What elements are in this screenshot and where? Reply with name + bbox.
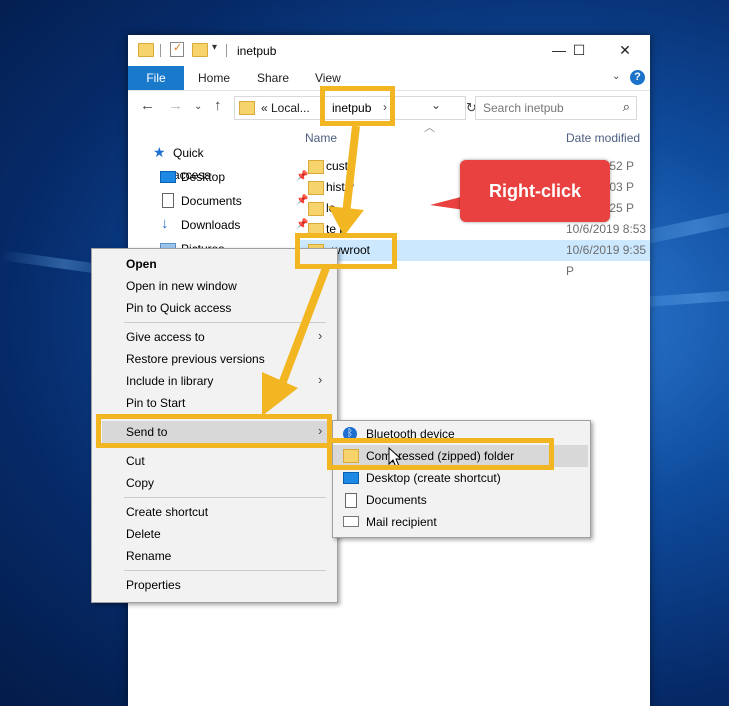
folder-icon — [308, 160, 324, 174]
sort-ascending-icon: ︿ — [424, 122, 435, 134]
submenu-arrow-icon: › — [318, 372, 323, 387]
file-name: cust r — [326, 159, 356, 173]
column-header-date-modified[interactable]: Date modified — [566, 131, 640, 145]
file-name: lo — [326, 201, 336, 215]
column-header-name[interactable]: Name — [305, 131, 337, 145]
search-box[interactable]: Search inetpub ⌕ — [475, 96, 637, 120]
menu-item-create-shortcut[interactable]: Create shortcut — [126, 501, 208, 523]
chevron-down-icon[interactable]: ⌄ — [612, 71, 620, 82]
desktop-icon — [343, 472, 359, 484]
file-name: hist y — [326, 180, 355, 194]
menu-item-cut[interactable]: Cut — [126, 450, 145, 472]
right-click-callout: Right-click — [460, 160, 610, 222]
menu-separator — [124, 570, 326, 571]
forward-arrow-icon[interactable]: → — [168, 97, 183, 114]
submenu-item-mail-recipient[interactable]: Mail recipient — [366, 511, 437, 533]
submenu-item-documents[interactable]: Documents — [366, 489, 427, 511]
window-title: inetpub — [237, 44, 277, 58]
menu-item-open[interactable]: Open — [126, 253, 157, 275]
divider — [226, 44, 227, 57]
tab-home[interactable]: Home — [198, 66, 230, 90]
star-icon: ★ — [153, 144, 166, 160]
menu-item-give-access[interactable]: Give access to — [126, 326, 205, 348]
menu-separator — [124, 497, 326, 498]
close-button[interactable]: ✕ — [605, 39, 645, 61]
file-date: 10/6/2019 9:35 P — [566, 243, 647, 278]
nav-item-label: Documents — [181, 194, 242, 208]
breadcrumb-local[interactable]: « Local... — [261, 101, 310, 115]
back-arrow-icon[interactable]: ← — [140, 97, 155, 114]
divider — [160, 44, 161, 57]
submenu-arrow-icon: › — [318, 328, 323, 343]
documents-icon — [162, 193, 174, 208]
menu-item-open-new-window[interactable]: Open in new window — [126, 275, 237, 297]
mail-icon — [343, 516, 359, 527]
menu-item-properties[interactable]: Properties — [126, 574, 181, 596]
folder-icon — [308, 181, 324, 195]
folder-icon — [239, 101, 255, 115]
menu-item-restore-versions[interactable]: Restore previous versions — [126, 348, 265, 370]
nav-item-label: Downloads — [181, 218, 241, 232]
menu-item-pin-start[interactable]: Pin to Start — [126, 392, 185, 414]
submenu-item-desktop-shortcut[interactable]: Desktop (create shortcut) — [366, 467, 501, 489]
menu-item-include-library[interactable]: Include in library — [126, 370, 213, 392]
search-icon: ⌕ — [622, 99, 630, 114]
maximize-button[interactable]: ☐ — [559, 39, 599, 61]
folder-icon — [308, 202, 324, 216]
nav-item-label: Desktop — [181, 170, 226, 184]
folder-icon — [138, 43, 154, 57]
title-bar: ✓ ▾ inetpub — ☐ ✕ — [128, 35, 650, 66]
customize-toolbar-icon[interactable]: ▾ — [212, 42, 217, 53]
help-icon[interactable]: ? — [630, 70, 645, 85]
up-arrow-icon[interactable]: ↑ — [214, 97, 222, 114]
highlight-box-wwwroot — [295, 233, 397, 269]
documents-icon — [345, 493, 357, 508]
tab-share[interactable]: Share — [257, 66, 289, 90]
properties-icon[interactable]: ✓ — [170, 42, 184, 57]
download-icon: ↓ — [161, 215, 169, 232]
tab-file[interactable]: File — [128, 66, 184, 90]
highlight-box-inetpub — [320, 86, 395, 126]
address-dropdown-icon[interactable]: ⌄ — [431, 98, 441, 112]
new-folder-icon[interactable] — [192, 43, 208, 57]
highlight-box-send-to — [96, 414, 332, 448]
menu-item-delete[interactable]: Delete — [126, 523, 161, 545]
search-input[interactable]: Search inetpub — [483, 101, 564, 115]
menu-item-copy[interactable]: Copy — [126, 472, 154, 494]
menu-item-rename[interactable]: Rename — [126, 545, 171, 567]
menu-item-pin-quick-access[interactable]: Pin to Quick access — [126, 297, 231, 319]
recent-locations-icon[interactable]: ⌄ — [194, 101, 202, 112]
highlight-box-compressed-folder — [327, 438, 554, 470]
menu-separator — [124, 322, 326, 323]
desktop-icon — [160, 171, 176, 183]
